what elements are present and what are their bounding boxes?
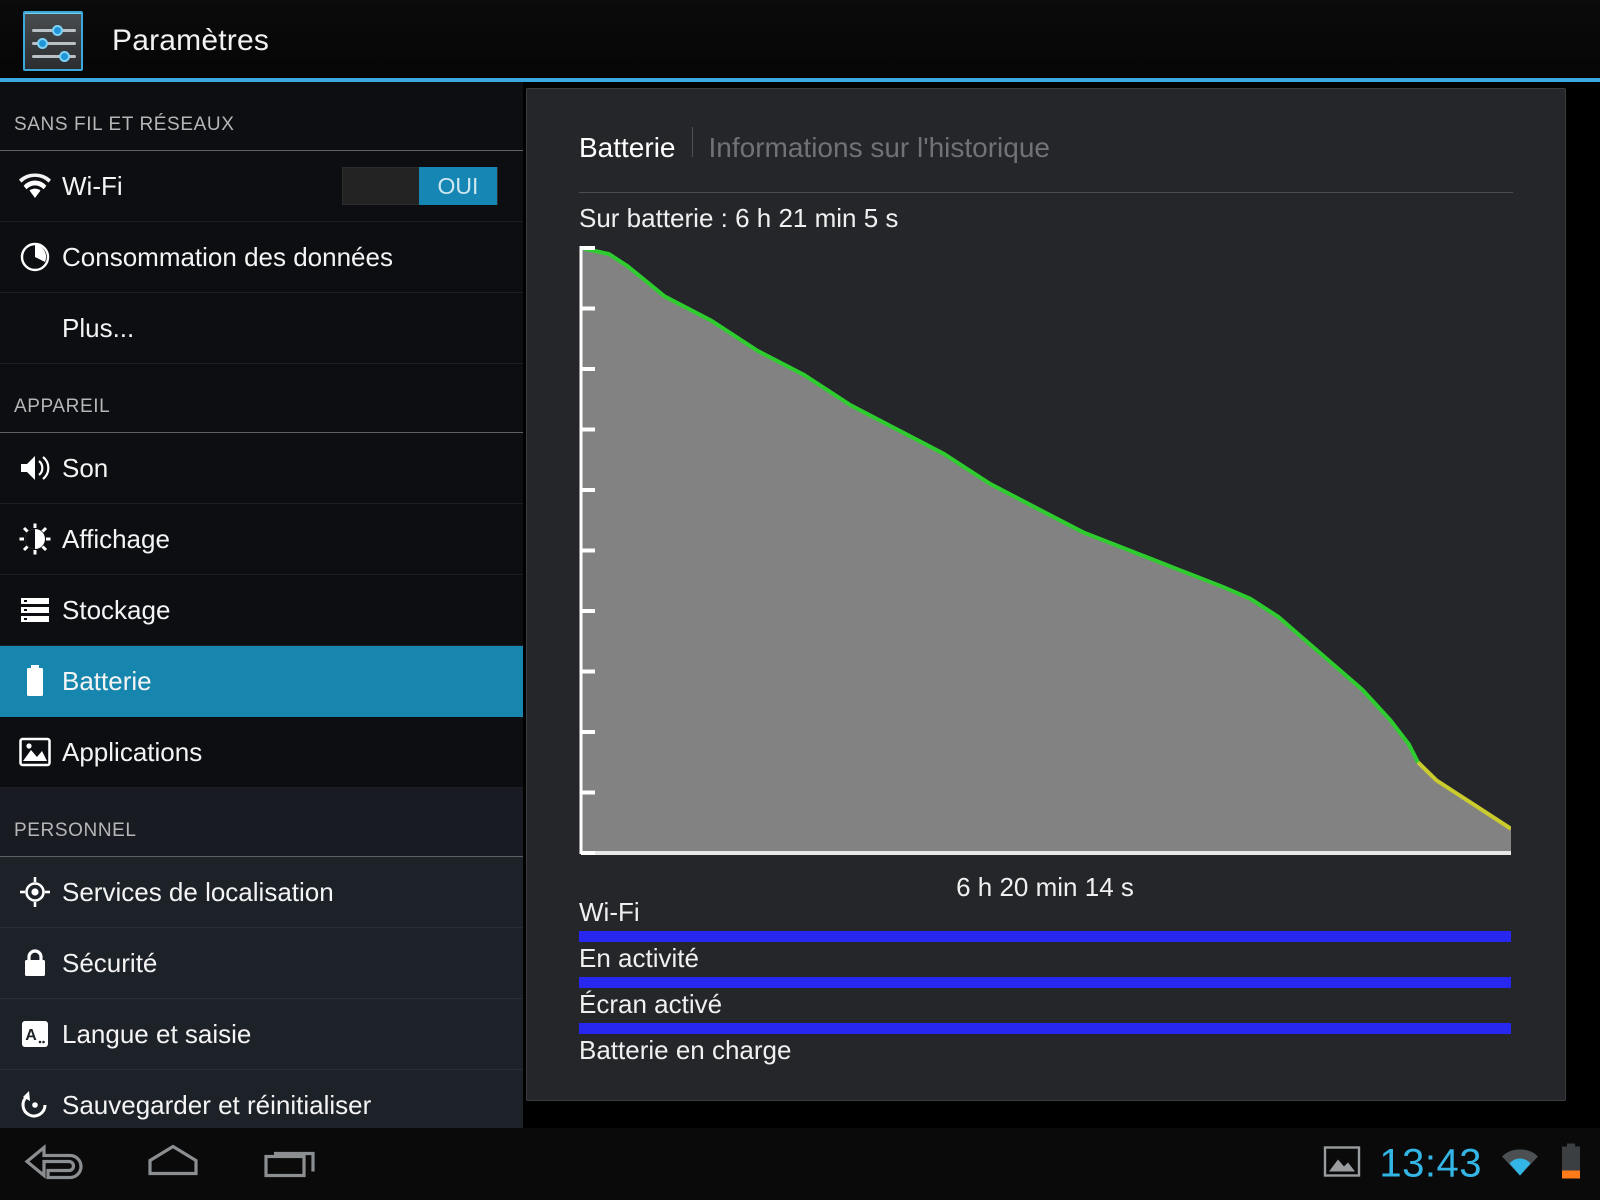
battery-detail-panel: Batterie Informations sur l'historique S… — [526, 88, 1566, 1101]
svg-text:A: A — [25, 1027, 37, 1044]
sidebar-item-label: Son — [62, 452, 109, 483]
page-title: Paramètres — [112, 24, 270, 57]
legend-row-charging: Batterie en charge — [579, 1033, 1511, 1079]
brightness-icon — [12, 523, 58, 555]
data-usage-icon — [12, 241, 58, 273]
status-bar: 13:43 — [1323, 1142, 1584, 1187]
sidebar-section-header-wireless: SANS FIL ET RÉSEAUX — [0, 82, 523, 151]
image-icon[interactable] — [1323, 1145, 1361, 1184]
legend-row-wifi: Wi-Fi — [579, 895, 1511, 942]
sidebar-item-label: Plus... — [62, 312, 135, 343]
sidebar-section-header-device: APPAREIL — [0, 364, 523, 433]
storage-icon — [12, 596, 58, 624]
battery-history-chart: 6 h 20 min 14 s — [579, 240, 1511, 902]
tab-battery[interactable]: Batterie — [579, 132, 676, 164]
system-navigation-bar: 13:43 — [0, 1128, 1600, 1200]
sidebar-item-applications[interactable]: Applications — [0, 717, 523, 788]
action-bar: Paramètres — [0, 0, 1600, 82]
wifi-toggle[interactable]: OUI — [342, 167, 498, 205]
activity-legend: Wi-Fi En activité Écran activé Batterie … — [579, 895, 1511, 1079]
sidebar-item-wifi[interactable]: Wi-Fi OUI — [0, 151, 523, 222]
sidebar-item-battery[interactable]: Batterie — [0, 646, 523, 717]
tab-history-details[interactable]: Informations sur l'historique — [709, 132, 1051, 164]
lock-icon — [12, 947, 58, 979]
sidebar-item-label: Services de localisation — [62, 876, 334, 907]
legend-label: Wi-Fi — [579, 897, 640, 927]
applications-icon — [12, 737, 58, 767]
sidebar-item-more[interactable]: Plus... — [0, 293, 523, 364]
clock: 13:43 — [1379, 1141, 1482, 1186]
backup-restore-icon — [12, 1090, 58, 1120]
sidebar-item-language-input[interactable]: A Langue et saisie — [0, 999, 523, 1070]
sidebar-item-display[interactable]: Affichage — [0, 504, 523, 575]
sidebar-item-label: Affichage — [62, 523, 170, 554]
home-icon[interactable] — [140, 1140, 206, 1189]
sidebar-item-label: Wi-Fi — [62, 170, 123, 201]
tablet-screen: Paramètres SANS FIL ET RÉSEAUX Wi-Fi OUI — [0, 0, 1600, 1200]
sidebar-item-label: Langue et saisie — [62, 1018, 252, 1049]
location-crosshair-icon — [12, 876, 58, 908]
sidebar-item-label: Sauvegarder et réinitialiser — [62, 1089, 372, 1120]
keyboard-a-icon: A — [12, 1019, 58, 1049]
legend-label: Batterie en charge — [579, 1035, 792, 1065]
on-battery-label: Sur batterie : 6 h 21 min 5 s — [579, 203, 899, 233]
wifi-signal-icon — [1500, 1146, 1540, 1183]
wifi-icon — [12, 172, 58, 200]
sidebar-item-location-services[interactable]: Services de localisation — [0, 857, 523, 928]
settings-sidebar[interactable]: SANS FIL ET RÉSEAUX Wi-Fi OUI Consommati… — [0, 82, 523, 1128]
legend-label: Écran activé — [579, 989, 723, 1019]
battery-icon — [12, 664, 58, 698]
panel-tabs[interactable]: Batterie Informations sur l'historique — [527, 89, 1565, 164]
sidebar-item-security[interactable]: Sécurité — [0, 928, 523, 999]
legend-row-running: En activité — [579, 941, 1511, 988]
volume-icon — [12, 453, 58, 483]
sidebar-section-header-personal: PERSONNEL — [0, 788, 523, 857]
wifi-toggle-value: OUI — [419, 167, 497, 205]
sidebar-item-storage[interactable]: Stockage — [0, 575, 523, 646]
back-arrow-icon[interactable] — [22, 1140, 88, 1189]
sidebar-item-backup-reset[interactable]: Sauvegarder et réinitialiser — [0, 1070, 523, 1128]
sidebar-item-label: Consommation des données — [62, 241, 393, 272]
legend-row-screen-on: Écran activé — [579, 987, 1511, 1034]
battery-level-plot — [579, 246, 1511, 855]
sidebar-item-data-usage[interactable]: Consommation des données — [0, 222, 523, 293]
sidebar-item-label: Sécurité — [62, 947, 158, 978]
sidebar-item-sound[interactable]: Son — [0, 433, 523, 504]
battery-low-icon — [1558, 1143, 1584, 1186]
legend-label: En activité — [579, 943, 699, 973]
sidebar-item-label: Applications — [62, 736, 203, 767]
sidebar-item-label: Batterie — [62, 665, 152, 696]
settings-sliders-icon — [23, 11, 83, 71]
sidebar-item-label: Stockage — [62, 594, 171, 625]
recents-icon[interactable] — [258, 1140, 324, 1189]
tab-divider — [691, 127, 693, 157]
